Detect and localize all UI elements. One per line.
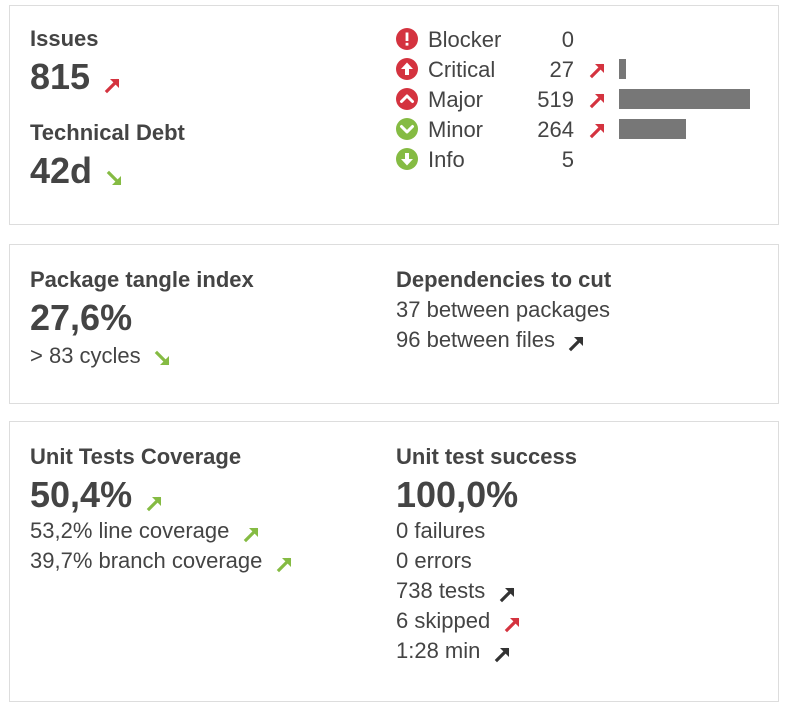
severity-bar <box>619 119 686 139</box>
tests-trend-up-dark-icon <box>498 584 518 604</box>
deps-files[interactable]: 96 between files <box>396 327 555 352</box>
cycles-text[interactable]: > 83 cycles <box>30 343 141 368</box>
tests-text[interactable]: 738 tests <box>396 578 485 603</box>
skipped-row: 6 skipped <box>396 608 523 634</box>
deps-files-row: 96 between files <box>396 327 587 353</box>
minor-icon <box>396 118 418 140</box>
line-coverage-row: 53,2% line coverage <box>30 518 262 544</box>
severity-label: Major <box>428 87 484 112</box>
severity-bar <box>619 89 750 109</box>
critical-icon <box>396 58 418 80</box>
severity-count[interactable]: 264 <box>524 117 574 143</box>
tangle-label: Package tangle index <box>30 267 254 292</box>
cycles-trend-down-green-icon <box>153 349 173 369</box>
branch-coverage[interactable]: 39,7% branch coverage <box>30 548 262 573</box>
deps-files-trend-up-dark-icon <box>567 333 587 353</box>
info-icon <box>396 148 418 170</box>
skipped-text[interactable]: 6 skipped <box>396 608 490 633</box>
duration-row: 1:28 min <box>396 638 513 664</box>
debt-value[interactable]: 42d <box>30 150 92 191</box>
issues-label: Issues <box>30 26 99 51</box>
issues-value-row: 815 <box>30 56 123 98</box>
tests-card: Unit Tests Coverage 50,4% 53,2% line cov… <box>9 421 779 702</box>
debt-trend-down-green-icon <box>105 169 125 189</box>
severity-label: Critical <box>428 57 496 82</box>
duration-trend-up-dark-icon <box>493 644 513 664</box>
coverage-trend-up-green-icon <box>145 493 165 513</box>
major-icon <box>396 88 418 110</box>
severity-trend-up-red-icon <box>588 90 608 115</box>
cycles-row: > 83 cycles <box>30 343 173 369</box>
severity-count[interactable]: 0 <box>524 27 574 53</box>
skipped-trend-up-red-icon <box>503 614 523 634</box>
design-card: Package tangle index 27,6% > 83 cycles D… <box>9 244 779 404</box>
severity-count[interactable]: 519 <box>524 87 574 113</box>
severity-bar <box>619 59 626 79</box>
deps-packages[interactable]: 37 between packages <box>396 297 610 323</box>
severity-trend-up-red-icon <box>588 120 608 145</box>
success-label: Unit test success <box>396 444 577 469</box>
issues-count[interactable]: 815 <box>30 56 90 97</box>
debt-value-row: 42d <box>30 150 125 192</box>
errors-text[interactable]: 0 errors <box>396 548 472 574</box>
severity-label: Minor <box>428 117 484 142</box>
coverage-value[interactable]: 50,4% <box>30 474 132 515</box>
branch-coverage-row: 39,7% branch coverage <box>30 548 295 574</box>
line-coverage[interactable]: 53,2% line coverage <box>30 518 229 543</box>
debt-label: Technical Debt <box>30 120 185 145</box>
severity-count[interactable]: 5 <box>524 147 574 173</box>
deps-label: Dependencies to cut <box>396 267 612 292</box>
issues-card: Issues 815 Technical Debt 42d Blocker 0 Cr… <box>9 5 779 225</box>
issues-trend-up-red-icon <box>103 75 123 95</box>
success-value[interactable]: 100,0% <box>396 474 518 516</box>
line-coverage-trend-up-green-icon <box>242 524 262 544</box>
severity-label: Blocker <box>428 27 502 52</box>
severity-count[interactable]: 27 <box>524 57 574 83</box>
tests-row: 738 tests <box>396 578 518 604</box>
duration-text[interactable]: 1:28 min <box>396 638 480 663</box>
blocker-icon <box>396 28 418 50</box>
coverage-value-row: 50,4% <box>30 474 165 516</box>
tangle-value[interactable]: 27,6% <box>30 297 132 339</box>
branch-coverage-trend-up-green-icon <box>275 554 295 574</box>
severity-label: Info <box>428 147 465 172</box>
coverage-label: Unit Tests Coverage <box>30 444 242 469</box>
failures-text[interactable]: 0 failures <box>396 518 485 544</box>
severity-trend-up-red-icon <box>588 60 608 85</box>
